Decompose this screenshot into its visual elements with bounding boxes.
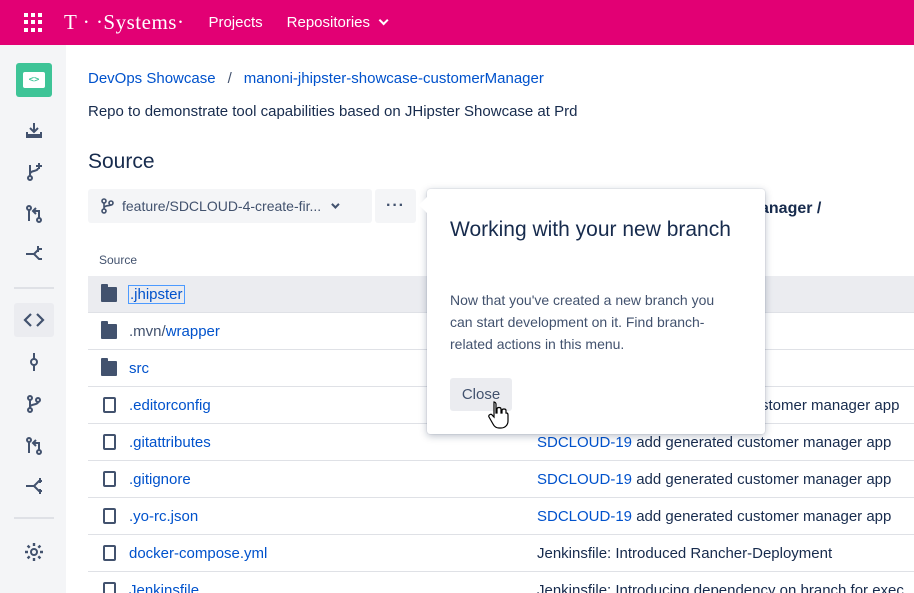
more-actions-button[interactable]: ··· (375, 189, 416, 223)
pull-request-create-icon[interactable] (14, 197, 54, 231)
pull-requests-icon[interactable] (14, 429, 54, 463)
fork-create-icon[interactable] (14, 237, 54, 271)
file-name-link[interactable]: .gitignore (129, 471, 191, 488)
file-icon (103, 434, 116, 450)
page-title: Source (88, 150, 155, 173)
branch-selector[interactable]: feature/SDCLOUD-4-create-fir... (88, 189, 372, 223)
nav-repositories[interactable]: Repositories (286, 14, 389, 31)
top-navigation-bar: T · ·Systems· Projects Repositories (0, 0, 914, 45)
file-name: docker-compose.yml (129, 544, 268, 562)
branches-icon[interactable] (14, 387, 54, 421)
file-name: wrapper (165, 322, 220, 340)
file-name: .jhipster (130, 285, 183, 303)
commits-icon[interactable] (14, 345, 54, 379)
sidebar-divider (14, 287, 54, 289)
repo-avatar[interactable]: <> (16, 63, 52, 97)
last-commit-message: Jenkinsfile: Introduced Rancher-Deployme… (537, 545, 832, 562)
nav-projects-label: Projects (208, 14, 263, 31)
last-commit-message: Jenkinsfile: Introducing dependency on b… (537, 582, 904, 593)
app-switcher-icon[interactable] (24, 12, 44, 33)
path-prefix: .mvn/ (129, 322, 166, 340)
file-name-link[interactable]: .yo-rc.json (129, 508, 198, 525)
breadcrumb-project-link[interactable]: DevOps Showcase (88, 70, 216, 87)
file-name-link[interactable]: src (129, 360, 149, 377)
commit-text: Jenkinsfile: Introducing dependency on b… (537, 581, 904, 593)
popup-body: Now that you've created a new branch you… (450, 292, 715, 352)
path-breadcrumb: anager / (760, 200, 822, 217)
file-name-link[interactable]: .mvn/wrapper (129, 323, 220, 340)
branch-name: feature/SDCLOUD-4-create-fir... (122, 198, 322, 214)
breadcrumb-repo-link[interactable]: manoni-jhipster-showcase-customerManager (244, 70, 544, 87)
commit-text: add generated customer manager app (632, 433, 892, 451)
file-icon (103, 471, 116, 487)
nav-projects[interactable]: Projects (208, 14, 262, 31)
source-icon[interactable] (14, 303, 54, 337)
file-icon (103, 397, 116, 413)
sidebar-divider (14, 517, 54, 519)
file-icon (103, 545, 116, 561)
file-name-link[interactable]: docker-compose.yml (129, 545, 267, 562)
issue-key-link[interactable]: SDCLOUD-19 (537, 508, 632, 525)
settings-icon[interactable] (14, 535, 54, 569)
nav-repositories-label: Repositories (286, 14, 371, 31)
breadcrumb: DevOps Showcase / manoni-jhipster-showca… (88, 70, 544, 87)
onboarding-popup: Working with your new branch Now that yo… (419, 189, 765, 434)
last-commit-message: SDCLOUD-19 add generated customer manage… (537, 508, 891, 525)
commit-text: add generated customer manager app (632, 470, 892, 488)
folder-icon (101, 358, 117, 376)
breadcrumb-separator: / (227, 70, 232, 87)
file-icon (103, 582, 116, 593)
issue-key-link[interactable]: SDCLOUD-19 (537, 471, 632, 488)
file-name-link[interactable]: .jhipster (128, 284, 185, 304)
forks-icon[interactable] (14, 469, 54, 503)
table-row[interactable]: .yo-rc.json SDCLOUD-19 add generated cust… (88, 498, 914, 535)
file-name: Jenkinsfile (129, 581, 200, 593)
file-name: .yo-rc.json (129, 507, 199, 525)
hand-cursor-icon (488, 401, 509, 429)
sidebar: <> (0, 45, 66, 593)
repo-description: Repo to demonstrate tool capabilities ba… (88, 103, 578, 120)
file-name-link[interactable]: .gitattributes (129, 434, 211, 451)
clone-icon[interactable] (14, 113, 54, 147)
file-name: src (129, 359, 149, 377)
file-name-link[interactable]: .editorconfig (129, 397, 211, 414)
table-row[interactable]: docker-compose.yml Jenkinsfile: Introduce… (88, 535, 914, 572)
chevron-down-icon (378, 15, 389, 26)
last-commit-message: SDCLOUD-19 add generated customer manage… (537, 434, 891, 451)
commit-text: add generated customer manager app (632, 507, 892, 525)
repo-avatar-glyph: <> (23, 72, 45, 88)
file-name: .editorconfig (129, 396, 211, 414)
last-commit-message: stomer manager app (761, 397, 899, 414)
file-name-link[interactable]: Jenkinsfile (129, 582, 199, 593)
brand-logo[interactable]: T · ·Systems· (64, 10, 184, 35)
popup-title: Working with your new branch (450, 218, 731, 241)
table-row[interactable]: Jenkinsfile Jenkinsfile: Introducing depe… (88, 572, 914, 593)
chevron-down-icon (331, 200, 340, 209)
issue-key-link[interactable]: SDCLOUD-19 (537, 434, 632, 451)
last-commit-message: SDCLOUD-19 add generated customer manage… (537, 471, 891, 488)
column-header-source: Source (99, 253, 138, 267)
branch-icon (101, 198, 114, 214)
table-row[interactable]: .gitignore SDCLOUD-19 add generated custo… (88, 461, 914, 498)
folder-icon (101, 284, 117, 302)
commit-text: Jenkinsfile: Introduced Rancher-Deployme… (537, 544, 833, 562)
file-name: .gitignore (129, 470, 191, 488)
commit-text: stomer manager app (761, 396, 900, 414)
folder-icon (101, 321, 117, 339)
branch-create-icon[interactable] (14, 155, 54, 189)
file-name: .gitattributes (129, 433, 211, 451)
file-icon (103, 508, 116, 524)
